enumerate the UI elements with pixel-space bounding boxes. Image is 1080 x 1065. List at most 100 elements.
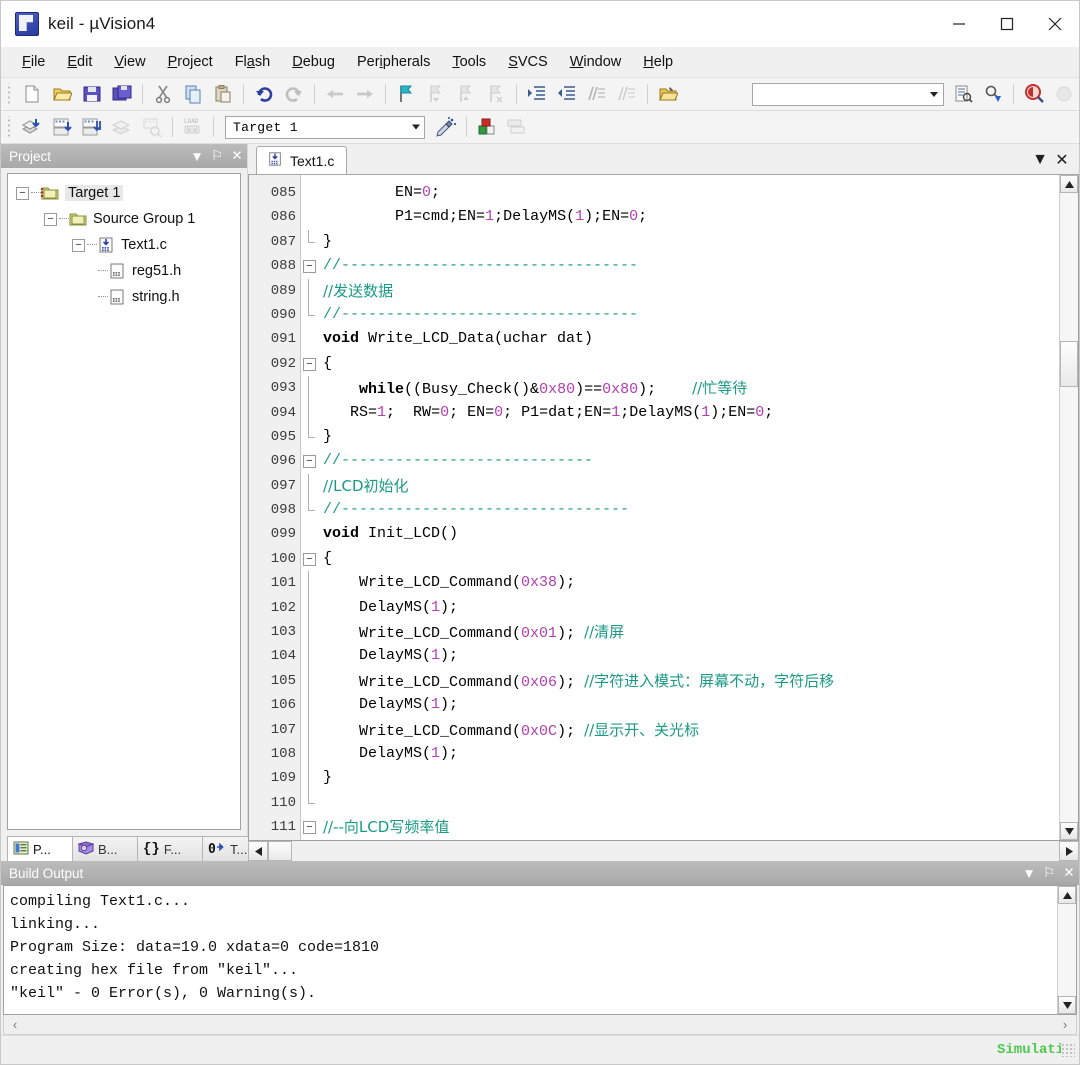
bookmark-toggle-icon[interactable] [391, 80, 421, 108]
manage-components-icon[interactable] [472, 113, 502, 141]
tab-project[interactable]: P... [7, 836, 73, 861]
code-line[interactable]: { [323, 352, 1059, 376]
expander-icon[interactable]: − [44, 212, 57, 226]
chevron-down-icon[interactable] [412, 124, 420, 130]
tree-item-text1-c[interactable]: − Text1.c [8, 232, 240, 258]
fold-collapse-icon[interactable]: − [303, 821, 316, 835]
maximize-button[interactable] [983, 2, 1031, 46]
toolbar-grip[interactable] [6, 116, 14, 138]
fold-collapse-icon[interactable]: − [303, 552, 316, 566]
tree-item-string-h[interactable]: string.h [8, 284, 240, 310]
code-line[interactable]: while((Busy_Check()&0x80)==0x80); //忙等待 [323, 376, 1059, 400]
save-all-icon[interactable] [107, 80, 137, 108]
expander-icon[interactable]: − [72, 238, 85, 252]
multi-project-icon[interactable] [502, 113, 532, 141]
redo-icon[interactable] [279, 80, 309, 108]
code-view[interactable]: 085 086 087 088 089 090 091 092 093 094 095 096 097 0… [249, 175, 1059, 840]
build-vertical-scrollbar[interactable] [1057, 886, 1076, 1014]
bookmark-prev-icon[interactable] [421, 80, 451, 108]
minimize-button[interactable] [935, 2, 983, 46]
cut-icon[interactable] [148, 80, 178, 108]
tab-books[interactable]: ? B... [72, 836, 138, 861]
code-line[interactable]: Write_LCD_Command(0x38); [323, 571, 1059, 595]
code-line[interactable]: void Init_LCD() [323, 522, 1059, 546]
build-horizontal-scrollbar[interactable]: ‹ › [3, 1015, 1077, 1035]
panel-menu-icon[interactable]: ▼ [1019, 863, 1039, 883]
horizontal-scroll-thumb[interactable] [268, 841, 292, 861]
menu-peripherals[interactable]: Peripherals [346, 51, 441, 73]
record-macro-icon[interactable] [1049, 80, 1079, 108]
horizontal-scroll-track[interactable] [292, 841, 1059, 861]
code-line[interactable]: P1=cmd;EN=1;DelayMS(1);EN=0; [323, 205, 1059, 229]
navigate-back-icon[interactable] [320, 80, 350, 108]
pin-icon[interactable]: ⚐ [207, 146, 227, 166]
code-line[interactable]: DelayMS(1); [323, 742, 1059, 766]
fold-marker[interactable]: − [301, 352, 317, 376]
code-line[interactable]: } [323, 766, 1059, 790]
code-line[interactable]: Write_LCD_Command(0x0C); //显示开、关光标 [323, 718, 1059, 742]
code-line[interactable]: DelayMS(1); [323, 596, 1059, 620]
open-file-icon[interactable] [47, 80, 77, 108]
editor-tab-text1-c[interactable]: Text1.c [256, 146, 348, 174]
close-panel-icon[interactable]: ✕ [1059, 863, 1079, 883]
find-icon[interactable] [1019, 80, 1049, 108]
vertical-scroll-track[interactable] [1060, 193, 1078, 822]
menu-file[interactable]: File [11, 51, 56, 73]
scroll-left-icon[interactable] [248, 841, 268, 861]
code-line[interactable]: DelayMS(1); [323, 644, 1059, 668]
code-line[interactable]: DelayMS(1); [323, 693, 1059, 717]
code-line[interactable] [323, 791, 1059, 815]
vertical-scroll-track[interactable] [1058, 904, 1076, 996]
code-line[interactable]: //---------------------------- [323, 449, 1059, 473]
fold-marker[interactable]: − [301, 547, 317, 571]
code-line[interactable]: //发送数据 [323, 279, 1059, 303]
code-text[interactable]: EN=0; P1=cmd;EN=1;DelayMS(1);EN=0;}//---… [317, 175, 1059, 840]
code-line[interactable]: //--向LCD写频率值 [323, 815, 1059, 839]
resize-grip-icon[interactable] [1061, 1043, 1075, 1057]
incremental-find-icon[interactable] [978, 80, 1008, 108]
menu-debug[interactable]: Debug [281, 51, 346, 73]
code-line[interactable]: //--------------------------------- [323, 254, 1059, 278]
translate-icon[interactable] [17, 113, 47, 141]
fold-collapse-icon[interactable]: − [303, 455, 316, 469]
menu-edit[interactable]: Edit [56, 51, 103, 73]
new-file-icon[interactable] [17, 80, 47, 108]
horizontal-scroll-track[interactable] [26, 1015, 1054, 1034]
code-line[interactable]: //--------------------------------- [323, 303, 1059, 327]
code-line[interactable]: //LCD初始化 [323, 474, 1059, 498]
tree-item-target[interactable]: − Target 1 [8, 180, 240, 206]
code-line[interactable]: Write_LCD_Command(0x06); //字符进入模式：屏幕不动，字… [323, 669, 1059, 693]
scroll-down-icon[interactable] [1060, 822, 1078, 840]
menu-flash[interactable]: Flash [224, 51, 282, 73]
code-line[interactable]: } [323, 230, 1059, 254]
paste-icon[interactable] [208, 80, 238, 108]
uncomment-icon[interactable] [612, 80, 642, 108]
outdent-icon[interactable] [552, 80, 582, 108]
pin-icon[interactable]: ⚐ [1039, 863, 1059, 883]
tree-item-reg51-h[interactable]: reg51.h [8, 258, 240, 284]
undo-icon[interactable] [249, 80, 279, 108]
scroll-left-icon[interactable]: ‹ [4, 1015, 26, 1034]
code-line[interactable]: RS=1; RW=0; EN=0; P1=dat;EN=1;DelayMS(1)… [323, 401, 1059, 425]
navigate-forward-icon[interactable] [350, 80, 380, 108]
code-line[interactable]: void Write_LCD_Data(uchar dat) [323, 327, 1059, 351]
scroll-up-icon[interactable] [1060, 175, 1078, 193]
editor-vertical-scrollbar[interactable] [1059, 175, 1078, 840]
download-icon[interactable]: LOAD [178, 113, 208, 141]
code-line[interactable]: Write_LCD_Command(0x01); //清屏 [323, 620, 1059, 644]
fold-marker[interactable]: − [301, 449, 317, 473]
fold-collapse-icon[interactable]: − [303, 260, 316, 274]
menu-window[interactable]: Window [559, 51, 633, 73]
scroll-right-icon[interactable]: › [1054, 1015, 1076, 1034]
scroll-down-icon[interactable] [1058, 996, 1076, 1014]
tab-functions[interactable]: {} F... [137, 836, 203, 861]
search-input-field[interactable] [757, 86, 929, 102]
scroll-up-icon[interactable] [1058, 886, 1076, 904]
tree-item-source-group[interactable]: − Source Group 1 [8, 206, 240, 232]
code-line[interactable]: EN=0; [323, 181, 1059, 205]
find-in-files-icon[interactable] [948, 80, 978, 108]
build-output-body[interactable]: compiling Text1.c... linking... Program Si… [3, 885, 1077, 1015]
close-panel-icon[interactable]: ✕ [227, 146, 247, 166]
build-target-icon[interactable] [47, 113, 77, 141]
chevron-down-icon[interactable] [930, 91, 938, 97]
